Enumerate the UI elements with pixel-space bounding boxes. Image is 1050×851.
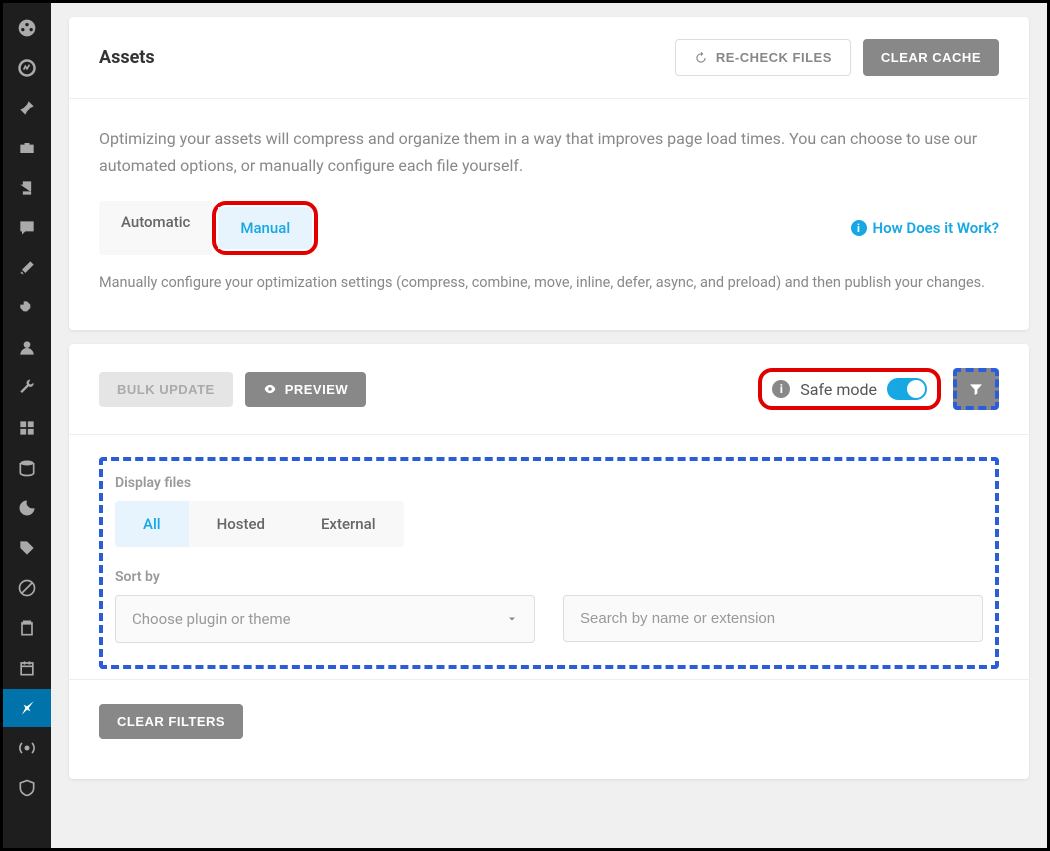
sidebar-shield-icon[interactable] [3, 769, 51, 807]
controls-right: i Safe mode [758, 368, 999, 410]
filter-row: Sort by Choose plugin or theme [115, 569, 983, 643]
sidebar-moon-icon[interactable] [3, 489, 51, 527]
sort-by-label: Sort by [115, 569, 535, 585]
safe-mode-highlight: i Safe mode [758, 368, 941, 410]
sidebar-copy-icon[interactable] [3, 169, 51, 207]
refresh-icon [694, 51, 708, 65]
search-column [563, 569, 983, 643]
tab-row: Automatic Manual i How Does it Work? [99, 201, 999, 255]
sidebar-pin-icon[interactable] [3, 89, 51, 127]
sidebar-broadcast-icon[interactable] [3, 729, 51, 767]
sidebar-clipboard-icon[interactable] [3, 609, 51, 647]
sidebar-slash-icon[interactable] [3, 569, 51, 607]
sidebar-comment-icon[interactable] [3, 209, 51, 247]
sidebar-plugin-icon[interactable] [3, 289, 51, 327]
search-input[interactable] [580, 610, 966, 627]
sidebar-user-icon[interactable] [3, 329, 51, 367]
how-does-it-work-link[interactable]: i How Does it Work? [851, 219, 999, 237]
controls-left: BULK UPDATE PREVIEW [99, 372, 366, 407]
sidebar-hummingbird-icon[interactable] [3, 689, 51, 727]
card-header: Assets RE-CHECK FILES CLEAR CACHE [69, 17, 1029, 99]
controls-card: BULK UPDATE PREVIEW i Safe mode Disp [69, 344, 1029, 779]
recheck-files-button[interactable]: RE-CHECK FILES [675, 39, 851, 76]
safe-mode-toggle[interactable] [887, 378, 927, 400]
tab-automatic[interactable]: Automatic [99, 201, 212, 255]
main-content: Assets RE-CHECK FILES CLEAR CACHE Optimi… [51, 3, 1047, 848]
sidebar-calendar-icon[interactable] [3, 649, 51, 687]
tab-manual[interactable]: Manual [218, 207, 312, 249]
clear-filters-button[interactable]: CLEAR FILTERS [99, 704, 243, 739]
clear-cache-button[interactable]: CLEAR CACHE [863, 39, 999, 76]
chevron-down-icon [506, 613, 518, 625]
bulk-update-button[interactable]: BULK UPDATE [99, 372, 233, 407]
admin-sidebar [3, 3, 51, 848]
pill-external[interactable]: External [293, 501, 404, 547]
page-title: Assets [99, 47, 155, 68]
sidebar-wrench-icon[interactable] [3, 369, 51, 407]
description-text: Optimizing your assets will compress and… [99, 125, 999, 179]
clear-section: CLEAR FILTERS [69, 679, 1029, 779]
sidebar-tag-icon[interactable] [3, 529, 51, 567]
display-files-pills: All Hosted External [115, 501, 983, 547]
search-box [563, 595, 983, 642]
sidebar-database-icon[interactable] [3, 449, 51, 487]
search-spacer [563, 569, 983, 585]
card-body: Optimizing your assets will compress and… [69, 99, 1029, 330]
filter-button[interactable] [953, 368, 999, 410]
sidebar-dashboard-icon[interactable] [3, 9, 51, 47]
safe-mode-label: Safe mode [800, 380, 877, 399]
sidebar-brush-icon[interactable] [3, 249, 51, 287]
info-icon: i [851, 220, 867, 236]
info-icon: i [772, 380, 790, 398]
mode-tabs: Automatic Manual [99, 201, 318, 255]
manual-tab-highlight: Manual [212, 201, 318, 255]
filter-panel: Display files All Hosted External Sort b… [99, 457, 999, 669]
sidebar-briefcase-icon[interactable] [3, 129, 51, 167]
manual-description: Manually configure your optimization set… [99, 271, 999, 296]
eye-icon [263, 382, 277, 396]
preview-button[interactable]: PREVIEW [245, 372, 366, 407]
assets-card: Assets RE-CHECK FILES CLEAR CACHE Optimi… [69, 17, 1029, 330]
plugin-theme-select[interactable]: Choose plugin or theme [115, 595, 535, 643]
pill-hosted[interactable]: Hosted [189, 501, 293, 547]
controls-header: BULK UPDATE PREVIEW i Safe mode [69, 344, 1029, 435]
filter-icon [968, 381, 984, 397]
pill-all[interactable]: All [115, 501, 189, 547]
sidebar-grid-icon[interactable] [3, 409, 51, 447]
header-buttons: RE-CHECK FILES CLEAR CACHE [675, 39, 999, 76]
sidebar-circle-icon[interactable] [3, 49, 51, 87]
display-files-label: Display files [115, 475, 983, 491]
sort-column: Sort by Choose plugin or theme [115, 569, 535, 643]
